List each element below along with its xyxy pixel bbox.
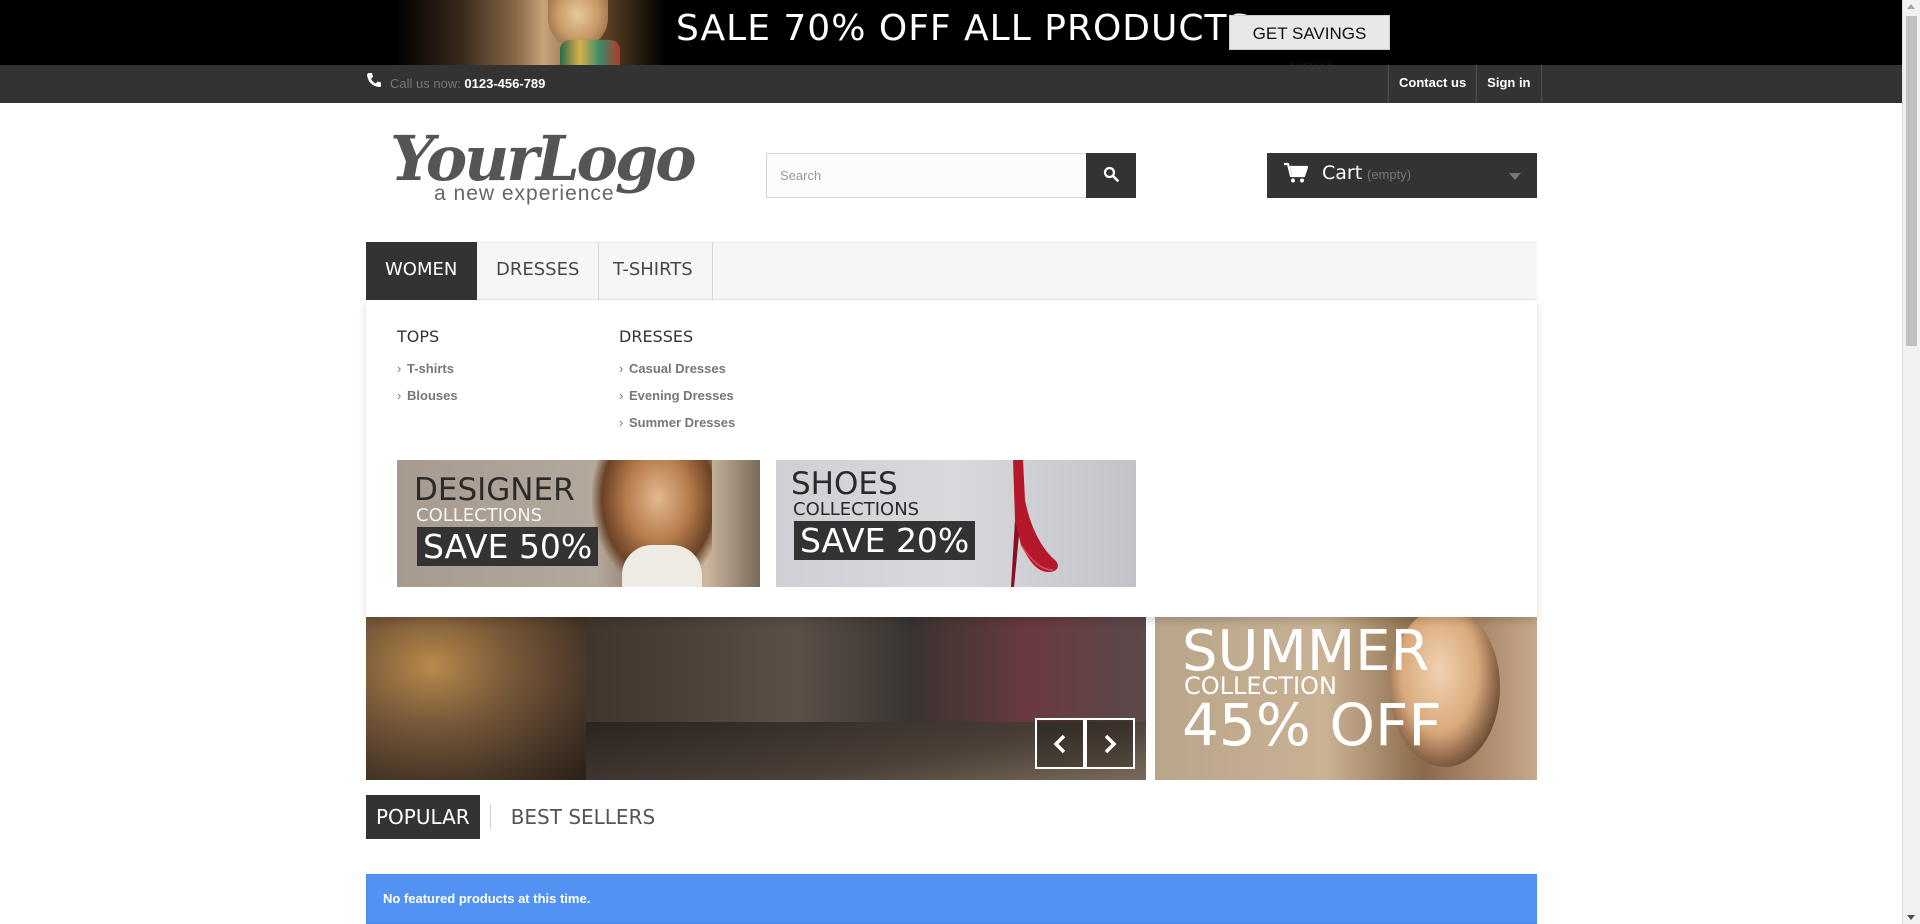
search-button[interactable] [1086, 153, 1136, 198]
chevron-down-icon [1509, 173, 1521, 180]
cart-icon [1284, 162, 1309, 183]
promo-model-outfit [560, 40, 620, 65]
search-bar [766, 153, 1136, 198]
sign-in-link[interactable]: Sign in [1477, 65, 1542, 103]
shoes-collections-banner[interactable]: SHOES COLLECTIONS SAVE 20% [776, 460, 1136, 587]
menu-link-evening-dresses[interactable]: › Evening Dresses [619, 388, 734, 403]
menu-link-label: Blouses [407, 388, 458, 403]
no-products-alert: No featured products at this time. [366, 874, 1537, 924]
scroll-down-icon[interactable] [1907, 915, 1915, 920]
card-subtitle: COLLECTIONS [416, 505, 543, 526]
scroll-up-icon[interactable] [1907, 4, 1915, 9]
slider-next-button[interactable] [1085, 718, 1135, 769]
chevron-right-icon [1104, 734, 1117, 753]
chevron-right-icon: › [619, 361, 624, 376]
phone-number[interactable]: 0123-456-789 [464, 76, 545, 91]
top-links: Contact us Sign in [1388, 65, 1542, 103]
slider-prev-button[interactable] [1035, 718, 1085, 769]
scroll-thumb[interactable] [1906, 16, 1917, 346]
menu-link-summer-dresses[interactable]: › Summer Dresses [619, 415, 735, 430]
main-nav: WOMEN DRESSES T-SHIRTS [366, 242, 1537, 300]
menu-link-t-shirts[interactable]: › T-shirts [397, 361, 454, 376]
cart-label: Cart [1322, 162, 1363, 184]
designer-collections-banner[interactable]: DESIGNER COLLECTIONS SAVE 50% [397, 460, 760, 587]
menu-link-label: Summer Dresses [629, 415, 736, 430]
cart-button[interactable]: Cart (empty) [1267, 153, 1537, 198]
red-heel-image [1011, 460, 1058, 587]
tab-divider [489, 804, 491, 830]
card-title: SHOES [791, 466, 898, 502]
homepage-slider[interactable] [366, 617, 1146, 780]
card-title: DESIGNER [414, 472, 575, 508]
nav-tab-t-shirts[interactable]: T-SHIRTS [594, 242, 713, 300]
call-us-text: Call us now: 0123-456-789 [390, 76, 545, 91]
promo-headline: SALE 70% OFF ALL PRODUCTS [676, 8, 1252, 49]
menu-link-casual-dresses[interactable]: › Casual Dresses [619, 361, 726, 376]
menu-link-label: T-shirts [407, 361, 454, 376]
alert-text: No featured products at this time. [383, 891, 591, 906]
summer-discount: 45% OFF [1182, 691, 1442, 759]
menu-link-blouses[interactable]: › Blouses [397, 388, 458, 403]
call-label: Call us now: [390, 76, 465, 91]
menu-link-label: Casual Dresses [629, 361, 726, 376]
tab-popular[interactable]: POPULAR [366, 795, 480, 839]
logo-tagline: a new experience [434, 182, 615, 205]
menu-link-label: Evening Dresses [629, 388, 734, 403]
nav-tab-women[interactable]: WOMEN [366, 242, 478, 300]
chevron-left-icon [1053, 734, 1066, 753]
women-dropdown-menu: TOPS › T-shirts › Blouses DRESSES › Casual … [366, 300, 1537, 617]
slider-controls [1035, 718, 1135, 769]
site-logo[interactable]: YourLogo a new experience [390, 122, 697, 214]
promo-model-image [395, 0, 665, 65]
get-savings-button[interactable]: GET SAVINGS NOW [1229, 15, 1390, 65]
tab-best-sellers[interactable]: BEST SELLERS [501, 795, 665, 839]
card-discount: SAVE 20% [794, 521, 976, 560]
menu-column-title-tops[interactable]: TOPS [397, 327, 439, 346]
menu-column-title-dresses[interactable]: DRESSES [619, 327, 693, 346]
card-discount: SAVE 50% [417, 527, 599, 566]
top-bar: Call us now: 0123-456-789 Contact us Sig… [0, 65, 1902, 103]
contact-us-link[interactable]: Contact us [1389, 65, 1478, 103]
chevron-right-icon: › [397, 361, 402, 376]
search-icon [1103, 166, 1119, 182]
summer-collection-banner[interactable]: SUMMER COLLECTION 45% OFF [1155, 617, 1537, 780]
page-scrollbar[interactable] [1902, 0, 1920, 924]
product-tabs: POPULAR BEST SELLERS [366, 795, 665, 839]
chevron-right-icon: › [397, 388, 402, 403]
chevron-right-icon: › [619, 388, 624, 403]
search-input[interactable] [767, 154, 1087, 197]
nav-tab-dresses[interactable]: DRESSES [477, 242, 600, 300]
slide-image-left [366, 617, 586, 780]
chevron-right-icon: › [619, 415, 624, 430]
promo-banner[interactable]: SALE 70% OFF ALL PRODUCTS GET SAVINGS NO… [0, 0, 1902, 65]
cart-status: (empty) [1367, 167, 1412, 182]
card-subtitle: COLLECTIONS [793, 499, 920, 520]
phone-icon [367, 73, 381, 87]
model-top [622, 545, 702, 587]
